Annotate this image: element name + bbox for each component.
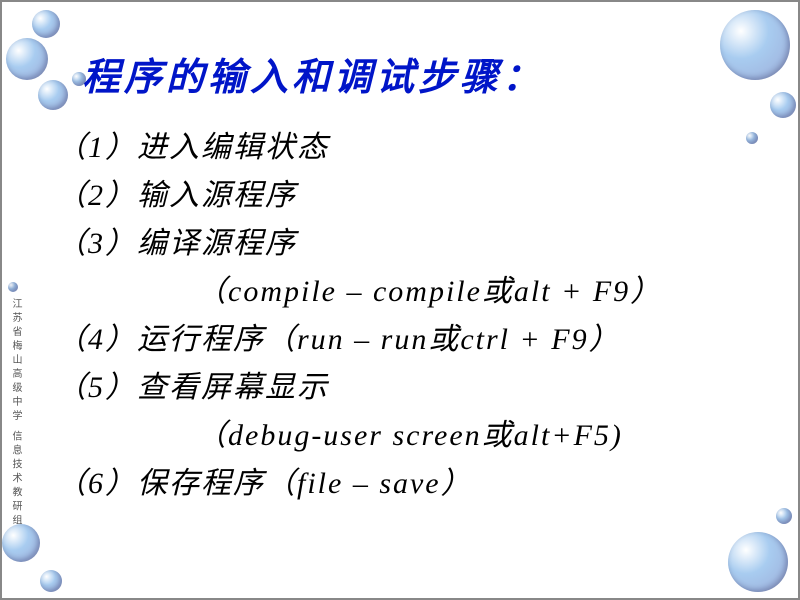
bubble-icon	[38, 80, 68, 110]
bubble-icon	[2, 524, 40, 562]
step-3-detail: （compile – compile或alt + F9）	[56, 268, 770, 316]
step-5-detail: （debug-user screen或alt+F5)	[56, 412, 770, 460]
bubble-icon	[770, 92, 796, 118]
step-2: （2）输入源程序	[56, 172, 770, 220]
step-5: （5）查看屏幕显示	[56, 364, 770, 412]
bubble-icon	[8, 282, 18, 292]
step-4: （4）运行程序（run – run或ctrl + F9）	[56, 316, 770, 364]
bubble-icon	[40, 570, 62, 592]
bubble-icon	[720, 10, 790, 80]
footer-credit: 江苏省梅山高级中学 信息技术教研组	[8, 298, 23, 529]
bubble-icon	[6, 38, 48, 80]
bubble-icon	[776, 508, 792, 524]
bubble-icon	[32, 10, 60, 38]
step-6: （6）保存程序（file – save）	[56, 460, 770, 508]
slide: 程序的输入和调试步骤： （1）进入编辑状态 （2）输入源程序 （3）编译源程序 …	[0, 0, 800, 600]
step-1: （1）进入编辑状态	[56, 124, 770, 172]
slide-body: （1）进入编辑状态 （2）输入源程序 （3）编译源程序 （compile – c…	[56, 124, 770, 508]
bubble-icon	[728, 532, 788, 592]
step-3: （3）编译源程序	[56, 220, 770, 268]
slide-title: 程序的输入和调试步骤：	[82, 46, 544, 101]
